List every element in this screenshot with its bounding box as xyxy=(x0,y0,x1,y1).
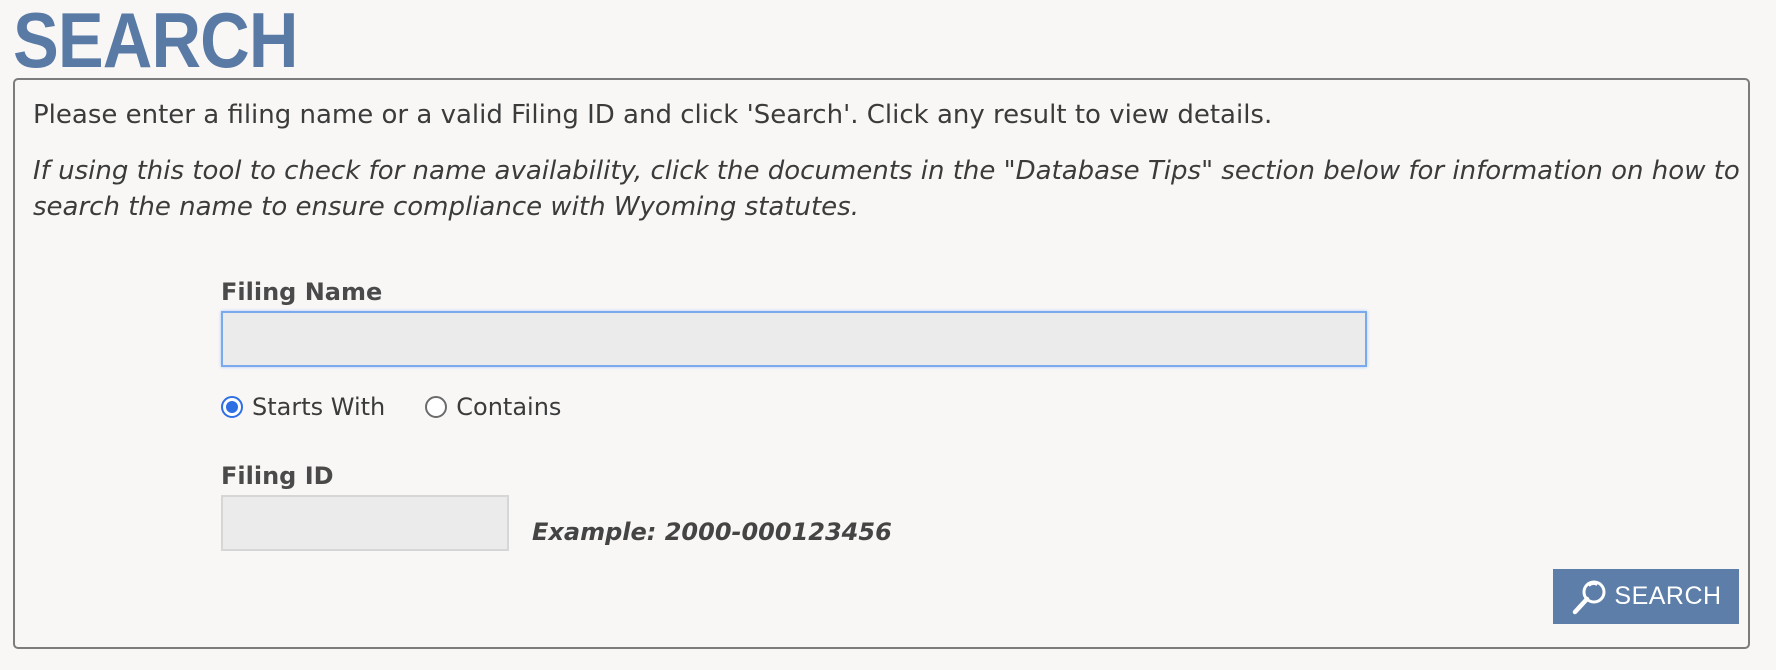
search-button[interactable]: SEARCH xyxy=(1553,569,1739,624)
radio-contains-circle[interactable] xyxy=(425,396,448,418)
name-availability-tip: If using this tool to check for name ava… xyxy=(33,156,1740,222)
radio-starts-with-label: Starts With xyxy=(252,393,386,421)
radio-starts-with[interactable]: Starts With xyxy=(221,393,385,421)
search-panel: Please enter a filing name or a valid Fi… xyxy=(13,78,1750,649)
match-mode-radio-group: Starts With Contains xyxy=(221,392,601,422)
radio-contains-label: Contains xyxy=(456,393,562,421)
radio-starts-with-circle[interactable] xyxy=(221,396,243,418)
filing-id-input[interactable] xyxy=(221,495,509,551)
intro-text: Please enter a filing name or a valid Fi… xyxy=(33,100,1273,130)
search-icon xyxy=(1573,580,1606,614)
filing-name-input[interactable] xyxy=(221,311,1367,367)
radio-contains[interactable]: Contains xyxy=(425,393,561,421)
page-title: SEARCH xyxy=(13,0,298,84)
filing-name-label: Filing Name xyxy=(221,278,383,306)
filing-id-example: Example: 2000-000123456 xyxy=(532,518,892,546)
search-button-label: SEARCH xyxy=(1614,582,1722,610)
filing-id-label: Filing ID xyxy=(221,462,334,490)
